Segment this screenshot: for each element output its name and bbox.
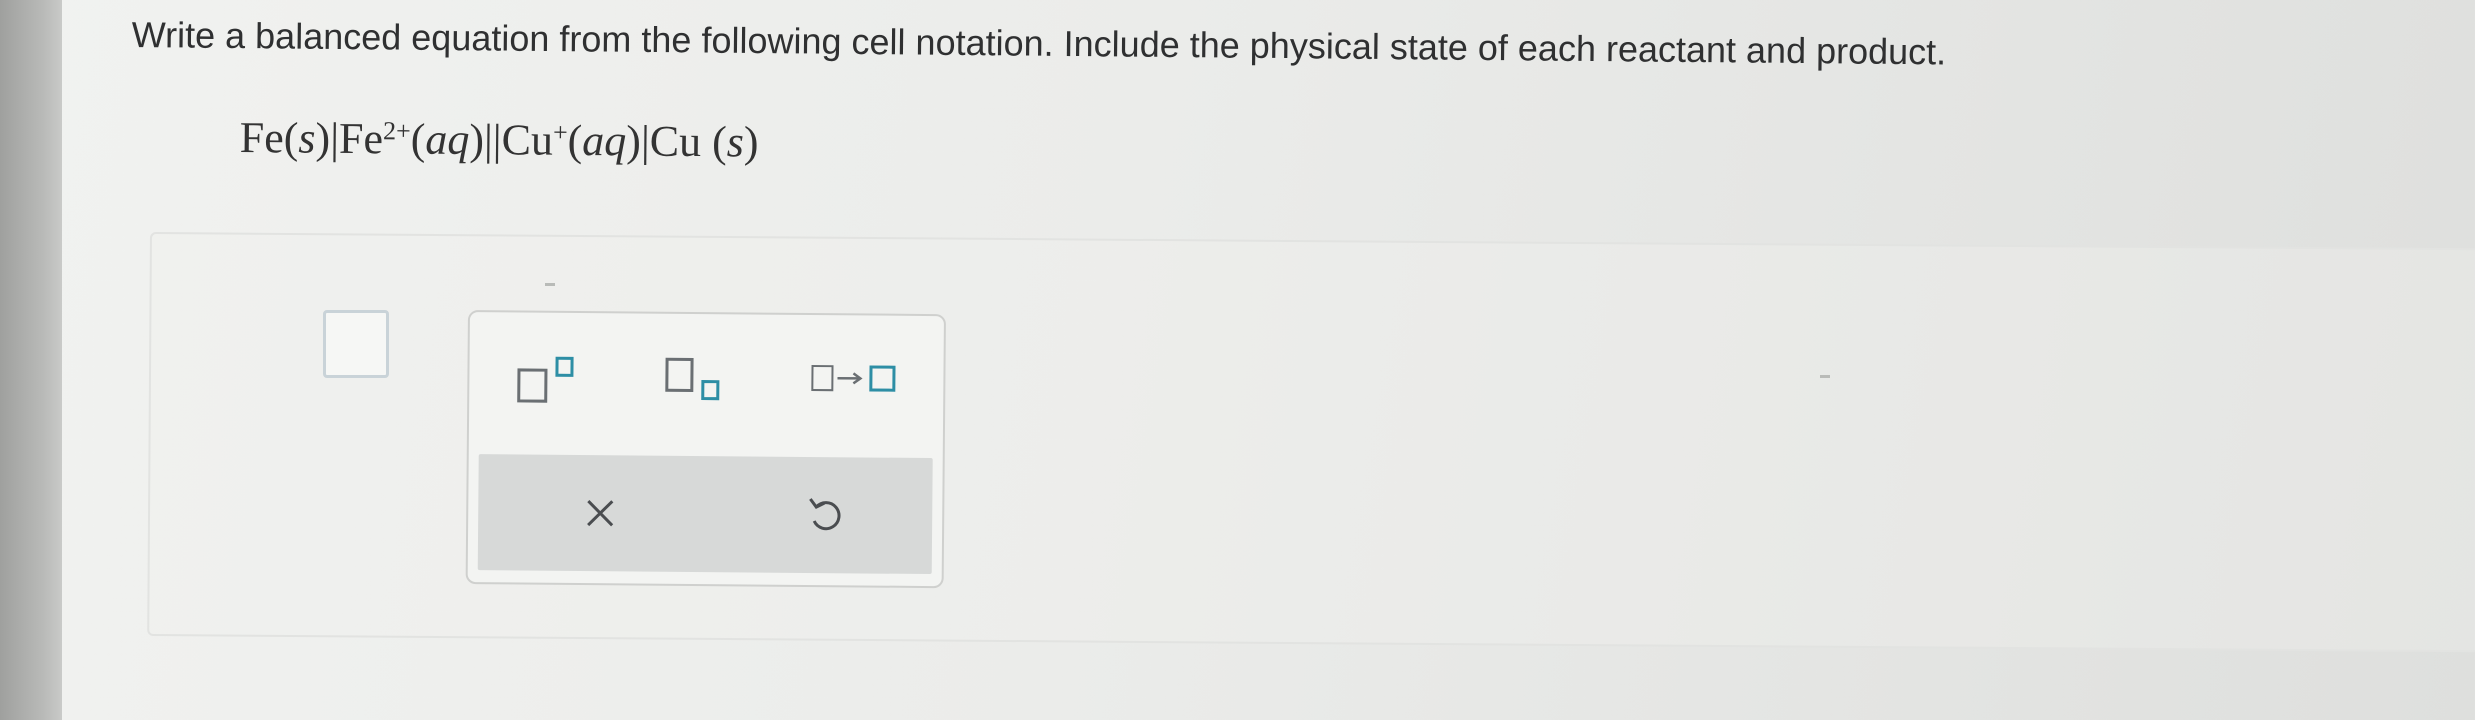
- product-box-icon: [869, 365, 896, 392]
- cathode-metal-state: s: [726, 117, 745, 167]
- anode-metal: Fe: [239, 112, 284, 163]
- undo-icon: [809, 498, 841, 531]
- arrow-icon: [837, 372, 863, 385]
- anode-ion-charge: 2+: [382, 116, 411, 146]
- divider-mark: [545, 283, 555, 286]
- reaction-arrow-button[interactable]: [811, 355, 903, 408]
- cathode-ion: Cu: [501, 115, 554, 165]
- anode-ion-state: aq: [425, 114, 470, 165]
- divider-mark: [1820, 375, 1830, 378]
- cell-notation: Fe(s)|Fe2+(aq)||Cu+(aq)|Cu (s): [239, 112, 759, 167]
- cathode-ion-charge: +: [552, 117, 568, 147]
- anode-ion: Fe: [338, 113, 384, 164]
- cathode-metal: Cu: [649, 116, 702, 167]
- superscript-button[interactable]: [517, 352, 587, 405]
- salt-bridge: ||: [483, 115, 502, 165]
- subscript-box-icon: [701, 380, 720, 401]
- anode-metal-state: s: [298, 113, 316, 163]
- action-bar: [477, 454, 933, 575]
- base-box-icon: [517, 368, 548, 403]
- question-prompt: Write a balanced equation from the follo…: [131, 14, 1947, 73]
- equation-toolbox: [465, 310, 946, 589]
- phase-boundary: |: [640, 116, 650, 166]
- screen-left-edge: [0, 0, 62, 720]
- subscript-button[interactable]: [665, 354, 735, 407]
- clear-button[interactable]: [574, 487, 626, 539]
- undo-button[interactable]: [798, 487, 850, 543]
- cathode-ion-state: aq: [582, 115, 627, 166]
- close-icon: [587, 500, 614, 527]
- superscript-box-icon: [555, 356, 574, 377]
- answer-input[interactable]: [323, 310, 389, 378]
- base-box-icon: [665, 357, 694, 392]
- reactant-box-icon: [811, 364, 834, 392]
